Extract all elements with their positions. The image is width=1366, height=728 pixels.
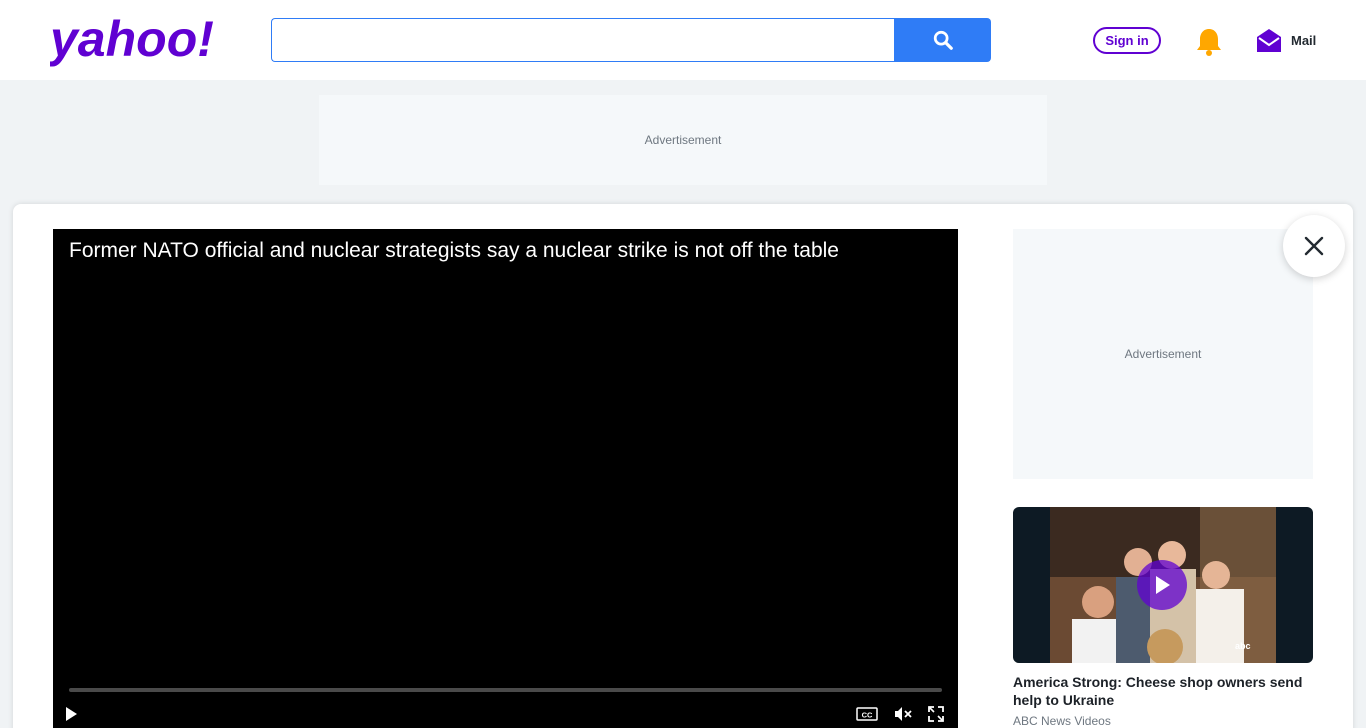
yahoo-logo[interactable]: yahoo!	[50, 12, 230, 72]
mute-button[interactable]	[892, 703, 914, 725]
svg-text:CC: CC	[862, 711, 873, 720]
bell-icon[interactable]	[1195, 27, 1223, 57]
recommended-video-source: ABC News Videos	[1013, 714, 1111, 728]
search-input[interactable]	[271, 18, 895, 62]
fullscreen-button[interactable]	[925, 703, 947, 725]
sign-in-button[interactable]: Sign in	[1093, 27, 1161, 54]
close-icon	[1304, 236, 1324, 256]
ad-label: Advertisement	[1124, 347, 1202, 361]
closed-captions-button[interactable]: CC	[855, 703, 879, 725]
search-icon	[933, 30, 953, 50]
mute-icon	[895, 707, 912, 721]
side-advertisement: Advertisement	[1013, 229, 1313, 479]
play-icon	[1156, 576, 1170, 594]
top-advertisement: Advertisement	[319, 95, 1047, 185]
fullscreen-icon	[928, 706, 944, 722]
mail-icon[interactable]	[1256, 27, 1282, 53]
mail-link[interactable]: Mail	[1291, 33, 1316, 48]
ad-label: Advertisement	[644, 133, 722, 147]
video-player[interactable]: Former NATO official and nuclear strateg…	[53, 229, 958, 728]
logo-text: yahoo!	[50, 12, 214, 67]
site-header: yahoo! Sign in Mail	[0, 0, 1366, 80]
close-button[interactable]	[1283, 215, 1345, 277]
search-button[interactable]	[894, 18, 991, 62]
video-title: Former NATO official and nuclear strateg…	[69, 239, 839, 262]
video-progress-bar[interactable]	[69, 688, 942, 692]
play-button[interactable]	[60, 703, 82, 725]
closed-captions-icon: CC	[856, 707, 878, 721]
network-badge: abc	[1235, 641, 1251, 651]
recommended-video-title[interactable]: America Strong: Cheese shop owners send …	[1013, 673, 1303, 709]
play-button[interactable]	[1137, 560, 1187, 610]
recommended-video-thumbnail[interactable]: abc	[1013, 507, 1313, 663]
play-icon	[66, 707, 77, 721]
